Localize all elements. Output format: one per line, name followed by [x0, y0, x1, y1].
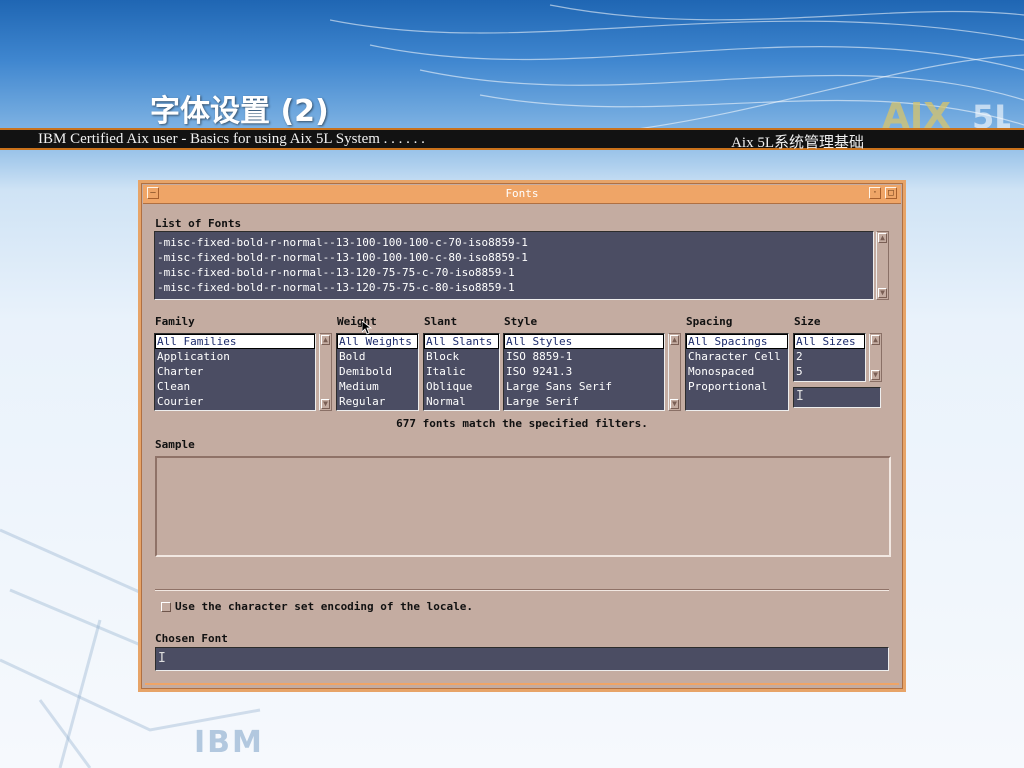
font-list[interactable]: -misc-fixed-bold-r-normal--13-100-100-10…: [154, 231, 874, 300]
family-list[interactable]: All Families Application Charter Clean C…: [154, 333, 316, 411]
minimize-button[interactable]: ·: [869, 187, 881, 199]
size-item[interactable]: 5: [794, 364, 865, 379]
size-list[interactable]: All Sizes 2 5: [793, 333, 866, 382]
weight-item[interactable]: Bold: [337, 349, 418, 364]
slant-item[interactable]: Block: [424, 349, 499, 364]
scroll-down-icon[interactable]: ▼: [321, 399, 330, 409]
window-bottom-border: [145, 683, 899, 685]
text-cursor-icon: I: [796, 389, 804, 404]
weight-item[interactable]: All Weights: [337, 334, 418, 349]
family-item[interactable]: Charter: [155, 364, 315, 379]
slant-item[interactable]: Oblique: [424, 379, 499, 394]
match-status: 677 fonts match the specified filters.: [396, 417, 648, 430]
style-item[interactable]: All Styles: [504, 334, 664, 349]
sample-label: Sample: [155, 438, 195, 451]
style-item[interactable]: Large Sans Serif: [504, 379, 664, 394]
size-label: Size: [794, 315, 821, 328]
window-title: Fonts: [505, 187, 539, 200]
slant-item[interactable]: Italic: [424, 364, 499, 379]
spacing-item[interactable]: All Spacings: [686, 334, 788, 349]
locale-encoding-checkbox[interactable]: [161, 602, 171, 612]
slant-list[interactable]: All Slants Block Italic Oblique Normal: [423, 333, 500, 411]
spacing-item[interactable]: Proportional: [686, 379, 788, 394]
font-list-item[interactable]: -misc-fixed-bold-r-normal--13-120-75-75-…: [155, 280, 873, 295]
family-item[interactable]: Application: [155, 349, 315, 364]
spacing-list[interactable]: All Spacings Character Cell Monospaced P…: [685, 333, 789, 411]
size-input[interactable]: I: [793, 387, 881, 408]
maximize-button[interactable]: □: [885, 187, 897, 199]
spacing-label: Spacing: [686, 315, 733, 328]
course-subtitle: Aix 5L系统管理基础: [731, 135, 864, 151]
style-label: Style: [504, 315, 538, 328]
fonts-window: – Fonts · □ List of Fonts -misc-fixed-bo…: [138, 180, 906, 692]
slant-item[interactable]: All Slants: [424, 334, 499, 349]
slant-label: Slant: [424, 315, 458, 328]
chosen-font-label: Chosen Font: [155, 632, 228, 645]
spacing-item[interactable]: Monospaced: [686, 364, 788, 379]
scroll-up-icon[interactable]: ▲: [871, 335, 880, 345]
weight-item[interactable]: Medium: [337, 379, 418, 394]
style-item[interactable]: Large Serif: [504, 394, 664, 409]
size-item[interactable]: 2: [794, 349, 865, 364]
chosen-font-input[interactable]: I: [155, 647, 889, 671]
size-item[interactable]: All Sizes: [794, 334, 865, 349]
family-scrollbar[interactable]: ▲ ▼: [319, 333, 332, 411]
sample-area: [155, 456, 891, 557]
text-cursor-icon: I: [158, 651, 166, 666]
list-of-fonts-label: List of Fonts: [155, 217, 242, 230]
spacing-item[interactable]: Character Cell: [686, 349, 788, 364]
weight-item[interactable]: Regular: [337, 394, 418, 409]
separator: [155, 589, 889, 591]
style-list[interactable]: All Styles ISO 8859-1 ISO 9241.3 Large S…: [503, 333, 665, 411]
size-scrollbar[interactable]: ▲ ▼: [869, 333, 882, 382]
decorative-swoosh: [330, 4, 1024, 131]
font-list-item[interactable]: -misc-fixed-bold-r-normal--13-100-100-10…: [155, 235, 873, 250]
style-scrollbar[interactable]: ▲ ▼: [668, 333, 681, 411]
scroll-down-icon[interactable]: ▼: [878, 288, 887, 298]
family-item[interactable]: Courier: [155, 394, 315, 409]
scroll-up-icon[interactable]: ▲: [878, 233, 887, 243]
slant-item[interactable]: Normal: [424, 394, 499, 409]
family-label: Family: [155, 315, 195, 328]
scroll-down-icon[interactable]: ▼: [871, 370, 880, 380]
scroll-up-icon[interactable]: ▲: [670, 335, 679, 345]
svg-text:IBM: IBM: [194, 725, 264, 758]
weight-item[interactable]: Demibold: [337, 364, 418, 379]
ibm-logo: IBM: [194, 725, 264, 758]
scroll-up-icon[interactable]: ▲: [321, 335, 330, 345]
course-title: IBM Certified Aix user - Basics for usin…: [38, 131, 425, 147]
style-item[interactable]: ISO 9241.3: [504, 364, 664, 379]
window-titlebar[interactable]: – Fonts · □: [143, 185, 901, 204]
weight-list[interactable]: All Weights Bold Demibold Medium Regular: [336, 333, 419, 411]
font-list-scrollbar[interactable]: ▲ ▼: [876, 231, 889, 300]
family-item[interactable]: All Families: [155, 334, 315, 349]
font-list-item[interactable]: -misc-fixed-bold-r-normal--13-120-75-75-…: [155, 265, 873, 280]
slide-header-bar: IBM Certified Aix user - Basics for usin…: [0, 128, 1024, 151]
style-item[interactable]: ISO 8859-1: [504, 349, 664, 364]
scroll-down-icon[interactable]: ▼: [670, 399, 679, 409]
mouse-pointer-icon: [362, 321, 372, 335]
font-list-item[interactable]: -misc-fixed-bold-r-normal--13-100-100-10…: [155, 250, 873, 265]
locale-encoding-label[interactable]: Use the character set encoding of the lo…: [175, 600, 473, 613]
slide-title: 字体设置 (2): [150, 94, 329, 129]
family-item[interactable]: Clean: [155, 379, 315, 394]
